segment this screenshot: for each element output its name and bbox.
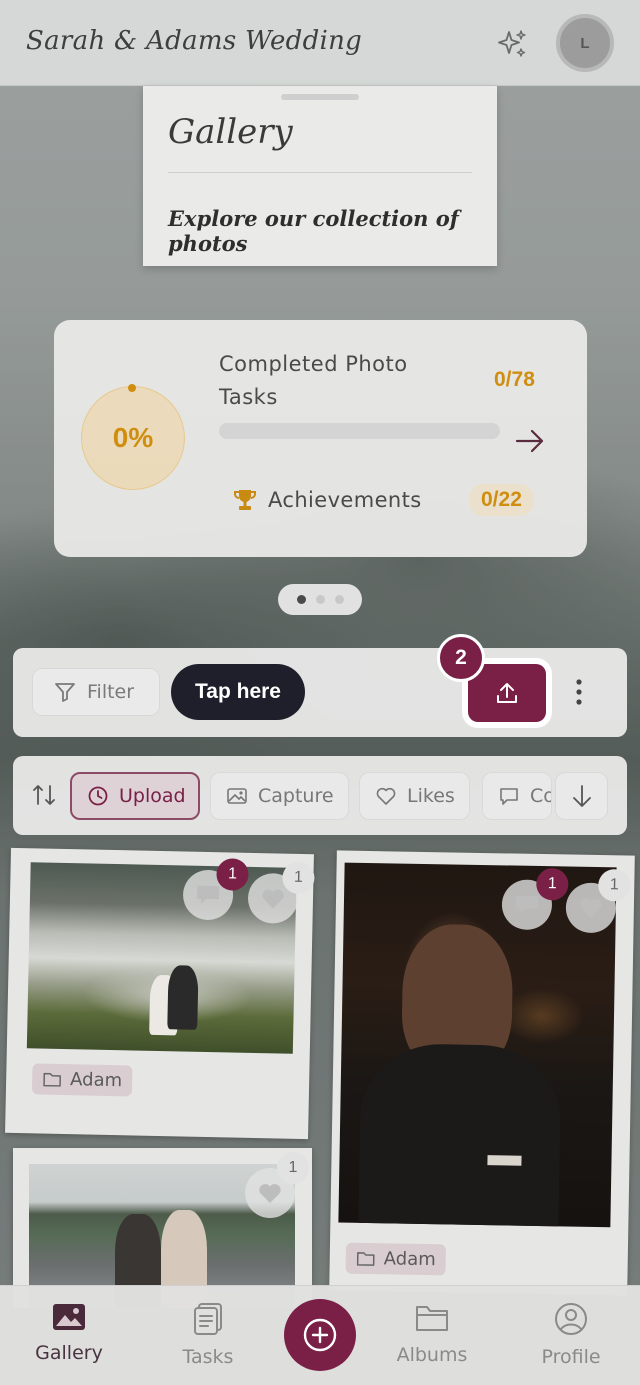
gallery-toolbar: Filter Tap here: [13, 648, 627, 737]
chip-label: Likes: [407, 785, 455, 807]
like-count-badge: 1: [282, 861, 315, 895]
filter-icon: [55, 683, 75, 702]
tap-here-tooltip: Tap here: [171, 664, 305, 720]
photo-card[interactable]: 1 1 Adam: [329, 850, 635, 1296]
like-count: 1: [288, 1159, 298, 1176]
heart-icon: [262, 889, 284, 909]
arrow-right-icon[interactable]: [514, 426, 546, 456]
album-name: Adam: [383, 1248, 436, 1271]
page-title: Gallery: [168, 112, 293, 152]
image-icon: [227, 788, 247, 804]
folder-icon: [416, 1306, 448, 1331]
upload-icon: [497, 683, 517, 703]
more-vertical-icon[interactable]: [574, 675, 584, 709]
profile-icon: [555, 1303, 587, 1335]
album-tag[interactable]: Adam: [345, 1242, 447, 1276]
photo-card[interactable]: 1: [13, 1148, 312, 1308]
progress-indicator-dot: [128, 384, 136, 392]
comment-icon: [515, 895, 539, 914]
divider: [168, 172, 472, 173]
nav-profile[interactable]: Profile: [516, 1302, 626, 1368]
folder-icon: [356, 1251, 375, 1266]
nav-gallery[interactable]: Gallery: [14, 1302, 124, 1364]
user-avatar[interactable]: L: [556, 14, 614, 72]
carousel-pager[interactable]: [278, 584, 362, 615]
pager-dot[interactable]: [335, 595, 344, 604]
achievements-label: Achievements: [268, 488, 422, 512]
trophy-icon: [234, 490, 256, 510]
album-tag[interactable]: Adam: [31, 1063, 133, 1097]
nav-albums[interactable]: Albums: [377, 1302, 487, 1366]
filter-button[interactable]: Filter: [32, 668, 160, 716]
sort-chip-bar: Upload Capture Likes Comments: [13, 756, 627, 835]
like-count-badge: 1: [598, 869, 631, 902]
arrow-down-icon: [572, 785, 591, 807]
avatar-initial: L: [580, 34, 590, 52]
pager-dot[interactable]: [316, 595, 325, 604]
drag-handle: [281, 94, 359, 100]
sort-icon[interactable]: [31, 782, 57, 808]
clock-icon: [88, 786, 108, 806]
plus-circle-icon: [303, 1318, 337, 1352]
event-title: Sarah & Adams Wedding: [26, 26, 363, 56]
add-photo-button[interactable]: [284, 1299, 356, 1371]
sort-chip-likes[interactable]: Likes: [359, 772, 470, 820]
album-name: Adam: [69, 1069, 123, 1092]
chip-label: Capture: [258, 785, 334, 807]
like-count: 1: [609, 876, 619, 894]
step-number: 2: [455, 646, 467, 669]
photo-tasks-progress-card[interactable]: 0% Completed Photo Tasks 0/78 Achievemen…: [54, 320, 587, 557]
sort-direction-button[interactable]: [555, 772, 608, 820]
tasks-icon: [194, 1303, 222, 1335]
nav-label: Profile: [541, 1346, 601, 1368]
gallery-icon: [53, 1304, 85, 1330]
gallery-header-card: Gallery Explore our collection of photos: [143, 86, 497, 266]
chip-label: Upload: [119, 785, 186, 807]
heart-icon: [580, 898, 602, 918]
achievements-count: 0/22: [469, 484, 534, 516]
filter-label: Filter: [87, 681, 135, 703]
progress-ring: 0%: [81, 386, 185, 490]
like-count-badge: 1: [277, 1152, 309, 1184]
app-header: Sarah & Adams Wedding L: [0, 0, 640, 86]
pager-dot[interactable]: [297, 595, 306, 604]
progress-percent: 0%: [112, 422, 154, 453]
comment-icon: [196, 885, 220, 904]
tasks-label: Completed Photo Tasks: [219, 352, 408, 409]
chip-label: Comments: [530, 785, 551, 807]
comment-count: 1: [227, 865, 238, 883]
sparkle-icon[interactable]: [496, 28, 528, 60]
nav-label: Tasks: [182, 1346, 234, 1368]
like-count: 1: [293, 868, 304, 886]
comment-icon: [500, 788, 518, 805]
comment-count: 1: [547, 875, 557, 893]
folder-icon: [43, 1072, 62, 1087]
photo-subject: [167, 965, 199, 1030]
photo-subject: [358, 1042, 562, 1228]
tasks-progress-bar: [219, 423, 500, 439]
tooltip-label: Tap here: [195, 680, 281, 703]
nav-tasks[interactable]: Tasks: [153, 1302, 263, 1368]
nav-label: Albums: [396, 1344, 468, 1366]
heart-icon: [259, 1184, 281, 1203]
photo-card[interactable]: 1 1 Adam: [5, 847, 315, 1140]
tasks-count: 0/78: [494, 368, 535, 391]
pocket-square: [487, 1155, 522, 1166]
tutorial-step-badge: 2: [437, 634, 485, 682]
nav-label: Gallery: [35, 1342, 103, 1364]
heart-icon: [376, 787, 396, 805]
sort-chip-comments[interactable]: Comments: [482, 772, 552, 820]
page-subtitle: Explore our collection of photos: [168, 206, 459, 256]
sort-chip-capture[interactable]: Capture: [210, 772, 349, 820]
bottom-navigation: Gallery Tasks Albums Profile: [0, 1285, 640, 1385]
sort-chip-upload[interactable]: Upload: [70, 772, 200, 820]
